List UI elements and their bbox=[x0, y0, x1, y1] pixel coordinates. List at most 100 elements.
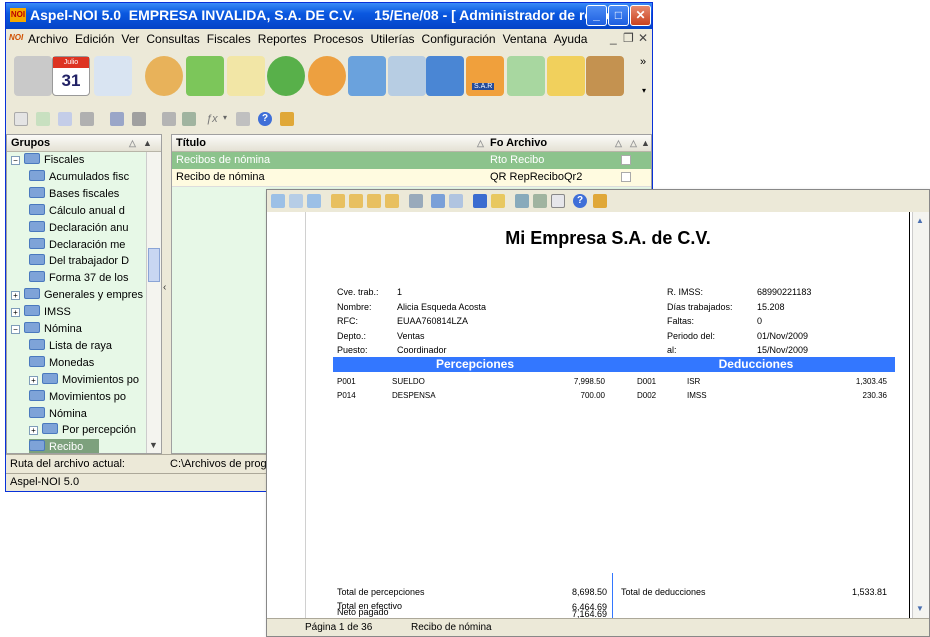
money-document-icon[interactable] bbox=[507, 56, 545, 96]
report-icon[interactable] bbox=[348, 56, 386, 96]
first-page-icon[interactable] bbox=[331, 194, 345, 208]
menu-item[interactable]: Fiscales bbox=[207, 32, 251, 46]
minimize-button[interactable]: _ bbox=[586, 5, 607, 26]
users-icon[interactable] bbox=[145, 56, 183, 96]
menu-item[interactable]: Ayuda bbox=[554, 32, 588, 46]
expand-toggle-icon[interactable]: − bbox=[11, 156, 20, 165]
settings-icon[interactable] bbox=[182, 112, 196, 126]
filter-icon[interactable] bbox=[236, 112, 250, 126]
export-icon[interactable] bbox=[515, 194, 529, 208]
tree-node[interactable]: + Movimientos po bbox=[29, 372, 139, 388]
maximize-button[interactable]: □ bbox=[608, 5, 629, 26]
zoom-out-icon[interactable] bbox=[307, 194, 321, 208]
expand-toggle-icon[interactable]: + bbox=[29, 375, 38, 385]
tree-node[interactable]: + Por percepción bbox=[29, 422, 136, 438]
mdi-minimize-button[interactable]: _ bbox=[610, 31, 617, 45]
preview-help-icon[interactable]: ? bbox=[573, 194, 587, 208]
expand-toggle-icon[interactable]: + bbox=[11, 291, 20, 301]
help-icon[interactable]: ? bbox=[258, 112, 272, 126]
toolbar-dropdown-icon[interactable]: ▾ bbox=[642, 86, 646, 95]
menu-item[interactable]: Utilerías bbox=[371, 32, 415, 46]
expand-toggle-icon[interactable]: + bbox=[29, 426, 38, 436]
back-icon[interactable] bbox=[431, 194, 445, 208]
workers-icon[interactable] bbox=[14, 56, 52, 96]
tree-node[interactable]: + IMSS bbox=[11, 304, 71, 320]
menu-item[interactable]: Archivo bbox=[28, 32, 68, 46]
tree-scroll-thumb[interactable] bbox=[148, 248, 160, 282]
menu-item[interactable]: Ventana bbox=[503, 32, 547, 46]
puzzle-icon[interactable] bbox=[426, 56, 464, 96]
table-row[interactable]: Recibo de nómina QR RepReciboQr2 bbox=[172, 169, 651, 187]
scroll-up-icon[interactable]: ▲ bbox=[143, 135, 152, 151]
splitter-handle[interactable]: ‹ bbox=[163, 134, 170, 454]
function-icon[interactable]: ƒx bbox=[206, 112, 220, 126]
calendar-icon[interactable]: Julio 31 bbox=[52, 56, 90, 96]
options-icon[interactable] bbox=[533, 194, 547, 208]
forward-icon[interactable] bbox=[449, 194, 463, 208]
tree-node[interactable]: Cálculo anual d bbox=[29, 203, 125, 219]
print-setup-icon[interactable] bbox=[409, 194, 423, 208]
preview-scroll-down-icon[interactable]: ▼ bbox=[916, 604, 924, 613]
menu-item[interactable]: Consultas bbox=[146, 32, 199, 46]
sar-icon[interactable]: S.A.R bbox=[466, 56, 504, 96]
add-document-icon[interactable] bbox=[186, 56, 224, 96]
table-row[interactable]: Recibos de nómina Rto Recibo bbox=[172, 152, 651, 169]
delete-report-icon[interactable] bbox=[80, 112, 94, 126]
user-search-icon[interactable] bbox=[308, 56, 346, 96]
preview-exit-icon[interactable] bbox=[593, 194, 607, 208]
file-column-header[interactable]: Fo Archivo bbox=[490, 135, 547, 151]
close-button[interactable]: ✕ bbox=[630, 5, 651, 26]
tree-node[interactable]: Lista de raya bbox=[29, 338, 112, 354]
tree-node[interactable]: Nómina bbox=[29, 406, 87, 422]
menu-item[interactable]: Procesos bbox=[313, 32, 363, 46]
title-bar[interactable]: NOI Aspel-NOI 5.0 EMPRESA INVALIDA, S.A.… bbox=[6, 3, 652, 29]
tree-node[interactable]: Declaración anu bbox=[29, 220, 129, 236]
title-column-header[interactable]: Título bbox=[176, 137, 206, 149]
list-scroll-up-icon[interactable]: ▲ bbox=[641, 135, 650, 151]
tree-node[interactable]: + Generales y empres bbox=[11, 287, 143, 303]
function-dropdown-icon[interactable]: ▾ bbox=[223, 113, 227, 122]
payment-document-icon[interactable] bbox=[388, 56, 426, 96]
row-checkbox[interactable] bbox=[621, 155, 631, 165]
expand-toggle-icon[interactable]: − bbox=[11, 325, 20, 334]
tree-node[interactable]: Bases fiscales bbox=[29, 186, 119, 202]
mdi-close-button[interactable]: ✕ bbox=[638, 31, 648, 45]
prev-page-icon[interactable] bbox=[349, 194, 363, 208]
next-page-icon[interactable] bbox=[367, 194, 381, 208]
collapse-arrow-icon[interactable]: ‹ bbox=[163, 282, 166, 293]
preview-scroll-up-icon[interactable]: ▲ bbox=[916, 216, 924, 225]
menu-item[interactable]: Ver bbox=[121, 32, 139, 46]
edit-report-icon[interactable] bbox=[58, 112, 72, 126]
print-icon[interactable] bbox=[132, 112, 146, 126]
row-checkbox[interactable] bbox=[621, 172, 631, 182]
tree-node[interactable]: − Nómina bbox=[11, 321, 82, 337]
tree-scrollbar[interactable]: ▼ bbox=[146, 152, 161, 453]
zoom-page-icon[interactable] bbox=[289, 194, 303, 208]
tree-node[interactable]: − Fiscales bbox=[11, 152, 84, 168]
new-document-icon[interactable] bbox=[14, 112, 28, 126]
close-door-icon[interactable] bbox=[280, 112, 294, 126]
tree-node[interactable]: Recibo bbox=[29, 439, 100, 453]
tree-node[interactable]: Movimientos po bbox=[29, 389, 126, 405]
toolbar-overflow-icon[interactable]: » bbox=[640, 56, 646, 68]
exit-door-icon[interactable] bbox=[586, 56, 624, 96]
design-icon[interactable] bbox=[162, 112, 176, 126]
menu-item[interactable]: Configuración bbox=[422, 32, 496, 46]
money-users-icon[interactable] bbox=[267, 56, 305, 96]
scroll-down-icon[interactable]: ▼ bbox=[149, 440, 158, 450]
mdi-restore-button[interactable]: ❐ bbox=[623, 31, 634, 45]
lock-document-icon[interactable] bbox=[94, 56, 132, 96]
save-icon[interactable] bbox=[473, 194, 487, 208]
menu-item[interactable]: Reportes bbox=[258, 32, 307, 46]
open-icon[interactable] bbox=[491, 194, 505, 208]
email-icon[interactable] bbox=[551, 194, 565, 208]
expand-toggle-icon[interactable]: + bbox=[11, 308, 20, 318]
tree-node[interactable]: Declaración me bbox=[29, 237, 125, 253]
tree-node[interactable]: Forma 37 de los bbox=[29, 270, 128, 286]
user-card-icon[interactable] bbox=[547, 56, 585, 96]
tree-node[interactable]: Del trabajador D bbox=[29, 253, 129, 269]
edit-document-icon[interactable] bbox=[227, 56, 265, 96]
add-report-icon[interactable] bbox=[36, 112, 50, 126]
groups-header[interactable]: Grupos △ ▲ bbox=[7, 135, 161, 152]
preview-icon[interactable] bbox=[110, 112, 124, 126]
